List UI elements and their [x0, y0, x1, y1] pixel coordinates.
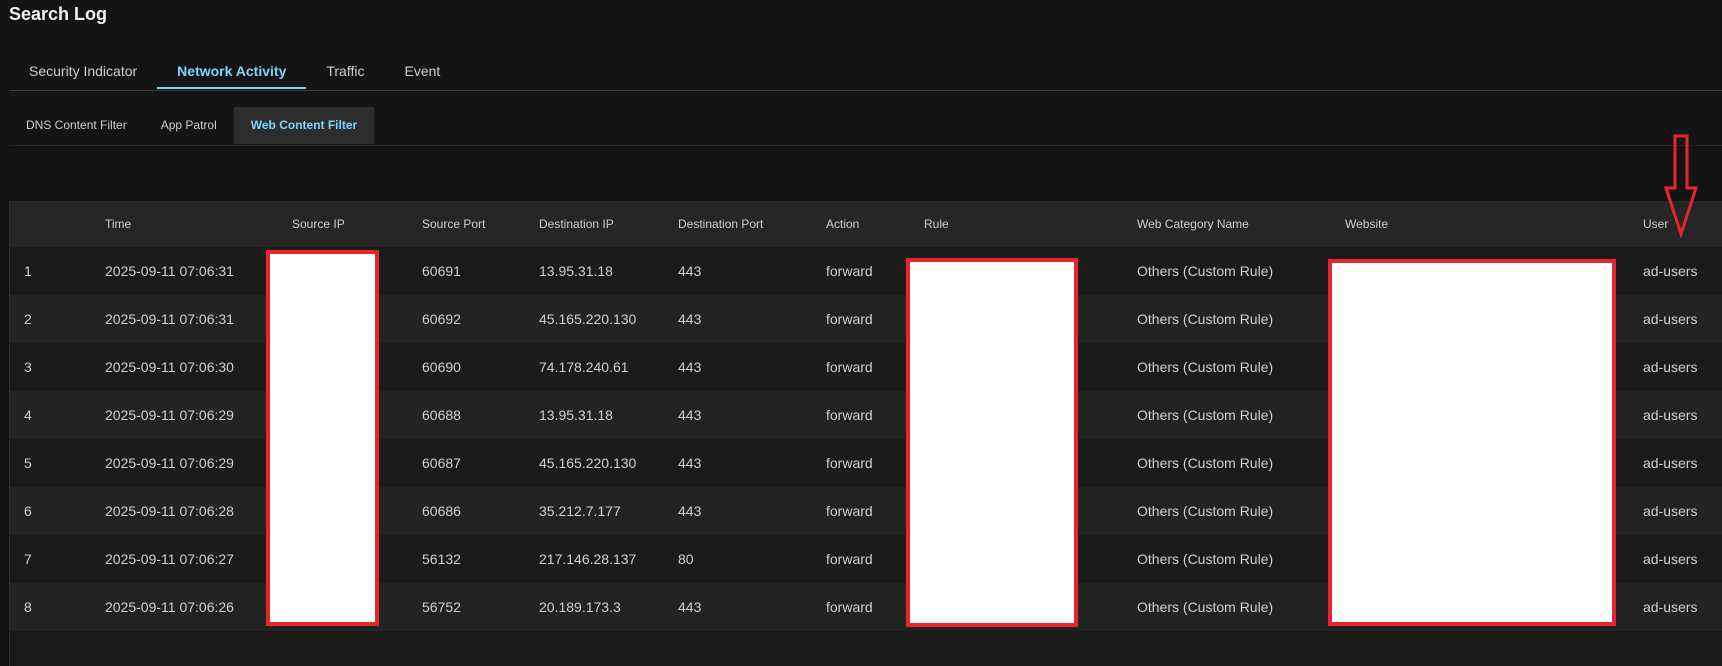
cell-time: 2025-09-11 07:06:29 — [105, 407, 234, 423]
column-header-destination-port[interactable]: Destination Port — [664, 217, 812, 231]
cell-index: 1 — [24, 263, 32, 279]
redaction-box-rule — [906, 258, 1078, 627]
column-header-time[interactable]: Time — [91, 217, 278, 231]
cell-time: 2025-09-11 07:06:26 — [105, 599, 234, 615]
cell-action: forward — [826, 551, 873, 567]
cell-destination-port: 443 — [678, 263, 702, 279]
cell-web-category-name: Others (Custom Rule) — [1137, 599, 1274, 615]
cell-destination-ip: 45.165.220.130 — [539, 455, 637, 471]
table-header: Time Source IP Source Port Destination I… — [10, 201, 1722, 247]
cell-action: forward — [826, 599, 873, 615]
cell-action: forward — [826, 503, 873, 519]
page-title: Search Log — [9, 4, 108, 24]
subtab-web-content-filter[interactable]: Web Content Filter — [233, 107, 375, 144]
cell-source-port: 60686 — [422, 503, 461, 519]
cell-destination-port: 443 — [678, 407, 702, 423]
cell-index: 6 — [24, 503, 32, 519]
column-header-source-port[interactable]: Source Port — [408, 217, 525, 231]
cell-destination-port: 443 — [678, 359, 702, 375]
tab-security-indicator[interactable]: Security Indicator — [9, 56, 157, 89]
column-header-website[interactable]: Website — [1331, 217, 1629, 231]
main-tab-bar: Security Indicator Network Activity Traf… — [9, 56, 1722, 91]
cell-web-category-name: Others (Custom Rule) — [1137, 551, 1274, 567]
cell-destination-ip: 45.165.220.130 — [539, 311, 637, 327]
cell-action: forward — [826, 311, 873, 327]
cell-destination-port: 443 — [678, 455, 702, 471]
cell-web-category-name: Others (Custom Rule) — [1137, 455, 1274, 471]
cell-time: 2025-09-11 07:06:31 — [105, 263, 234, 279]
cell-source-port: 56132 — [422, 551, 461, 567]
cell-time: 2025-09-11 07:06:28 — [105, 503, 234, 519]
tab-network-activity[interactable]: Network Activity — [157, 56, 307, 89]
cell-web-category-name: Others (Custom Rule) — [1137, 359, 1274, 375]
subtab-app-patrol[interactable]: App Patrol — [144, 107, 234, 144]
cell-source-port: 60691 — [422, 263, 461, 279]
cell-web-category-name: Others (Custom Rule) — [1137, 263, 1274, 279]
cell-time: 2025-09-11 07:06:29 — [105, 455, 234, 471]
cell-destination-ip: 20.189.173.3 — [539, 599, 621, 615]
cell-action: forward — [826, 359, 873, 375]
redaction-box-source-ip — [266, 250, 379, 626]
down-arrow-icon — [1663, 134, 1699, 238]
cell-action: forward — [826, 407, 873, 423]
cell-index: 4 — [24, 407, 32, 423]
cell-destination-port: 443 — [678, 503, 702, 519]
cell-destination-ip: 13.95.31.18 — [539, 407, 613, 423]
cell-index: 2 — [24, 311, 32, 327]
cell-web-category-name: Others (Custom Rule) — [1137, 311, 1274, 327]
column-header-web-category-name[interactable]: Web Category Name — [1123, 217, 1331, 231]
cell-index: 3 — [24, 359, 32, 375]
cell-source-port: 60687 — [422, 455, 461, 471]
cell-index: 5 — [24, 455, 32, 471]
cell-action: forward — [826, 263, 873, 279]
sub-tab-bar: DNS Content Filter App Patrol Web Conten… — [9, 107, 1722, 146]
cell-web-category-name: Others (Custom Rule) — [1137, 503, 1274, 519]
cell-web-category-name: Others (Custom Rule) — [1137, 407, 1274, 423]
column-header-rule[interactable]: Rule — [910, 217, 1123, 231]
cell-source-port: 60692 — [422, 311, 461, 327]
cell-index: 7 — [24, 551, 32, 567]
cell-action: forward — [826, 455, 873, 471]
cell-user: ad-users — [1643, 311, 1698, 327]
cell-source-port: 60688 — [422, 407, 461, 423]
cell-index: 8 — [24, 599, 32, 615]
cell-user: ad-users — [1643, 551, 1698, 567]
cell-source-port: 56752 — [422, 599, 461, 615]
cell-destination-ip: 13.95.31.18 — [539, 263, 613, 279]
cell-user: ad-users — [1643, 407, 1698, 423]
subtab-dns-content-filter[interactable]: DNS Content Filter — [9, 107, 144, 144]
column-header-destination-ip[interactable]: Destination IP — [525, 217, 664, 231]
column-header-source-ip[interactable]: Source IP — [278, 217, 408, 231]
cell-user: ad-users — [1643, 599, 1698, 615]
cell-user: ad-users — [1643, 263, 1698, 279]
tab-traffic[interactable]: Traffic — [306, 56, 384, 89]
cell-destination-ip: 74.178.240.61 — [539, 359, 629, 375]
cell-time: 2025-09-11 07:06:31 — [105, 311, 234, 327]
cell-time: 2025-09-11 07:06:27 — [105, 551, 234, 567]
redaction-box-website — [1328, 259, 1616, 626]
cell-destination-ip: 217.146.28.137 — [539, 551, 637, 567]
cell-destination-port: 443 — [678, 599, 702, 615]
tab-event[interactable]: Event — [384, 56, 460, 89]
cell-time: 2025-09-11 07:06:30 — [105, 359, 234, 375]
cell-user: ad-users — [1643, 359, 1698, 375]
cell-user: ad-users — [1643, 503, 1698, 519]
cell-source-port: 60690 — [422, 359, 461, 375]
cell-destination-port: 443 — [678, 311, 702, 327]
cell-destination-ip: 35.212.7.177 — [539, 503, 621, 519]
cell-destination-port: 80 — [678, 551, 694, 567]
column-header-action[interactable]: Action — [812, 217, 910, 231]
cell-user: ad-users — [1643, 455, 1698, 471]
